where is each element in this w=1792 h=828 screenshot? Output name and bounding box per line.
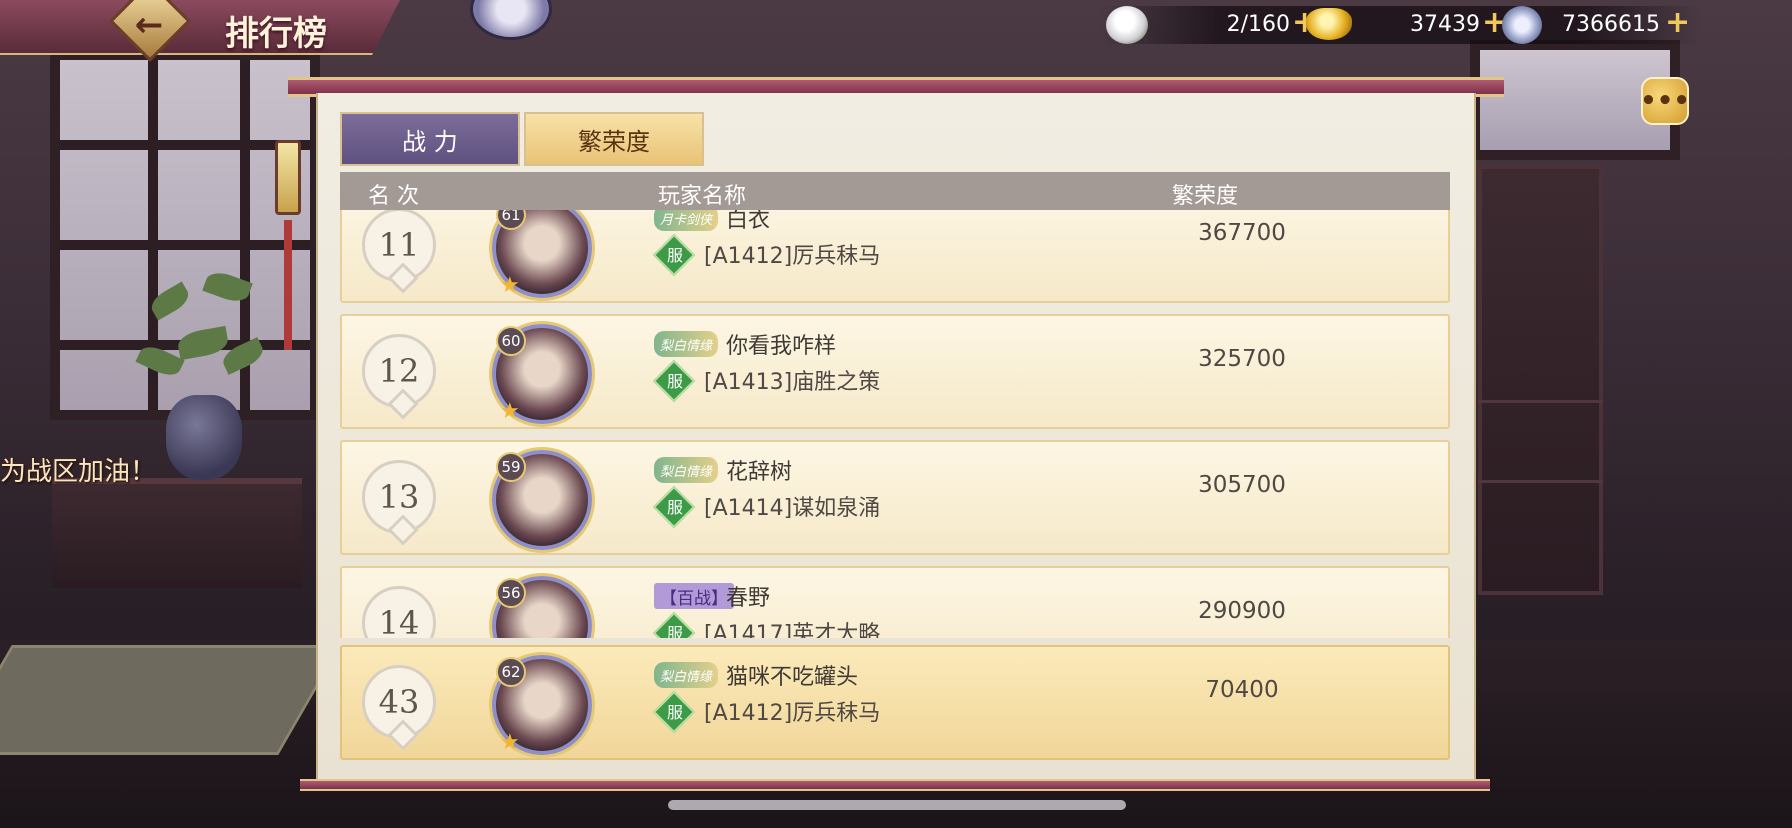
rank-badge: 43 — [362, 665, 436, 739]
level-badge: 61 — [496, 210, 526, 230]
rank-badge: 12 — [362, 334, 436, 408]
server-name: [A1412]厉兵秣马 — [704, 701, 881, 726]
vase — [166, 395, 242, 480]
background-table — [52, 478, 302, 588]
title-tag: 梨白情缘 — [654, 457, 719, 483]
coin-icon — [1502, 6, 1542, 44]
server-badge-label: 服 — [666, 624, 683, 638]
server-badge-label: 服 — [666, 498, 683, 517]
player-name: 白衣 — [726, 210, 771, 233]
background-window — [50, 50, 320, 420]
server-name: [A1414]谋如泉涌 — [704, 496, 881, 521]
table-row[interactable]: 12 60 ★ 梨白情缘 你看我咋样 服 [A1413]庙胜之策 325700 — [340, 314, 1450, 429]
table-row[interactable]: 11 61 ★ 月卡剑侠 白衣 服 [A1412]厉兵秣马 367700 — [340, 210, 1450, 303]
table-row[interactable]: 13 59 梨白情缘 花辞树 服 [A1414]谋如泉涌 305700 — [340, 440, 1450, 555]
server-name: [A1413]庙胜之策 — [704, 370, 881, 395]
star-icon: ★ — [500, 399, 520, 424]
star-icon: ★ — [500, 730, 520, 755]
server-name: [A1412]厉兵秣马 — [704, 244, 881, 269]
level-badge: 59 — [496, 452, 526, 482]
player-avatar[interactable]: 61 ★ — [492, 210, 592, 298]
title-tag: 梨白情缘 — [654, 331, 719, 357]
back-arrow-icon: ← — [134, 5, 164, 45]
player-avatar[interactable]: 59 — [492, 450, 592, 550]
title-tag: 梨白情缘 — [654, 662, 719, 688]
player-name: 春野 — [726, 586, 771, 611]
server-badge-label: 服 — [666, 703, 683, 722]
server-badge-label: 服 — [666, 372, 683, 391]
score-value: 305700 — [1198, 472, 1286, 498]
title-banner — [0, 0, 400, 55]
player-avatar[interactable]: 62 ★ — [492, 655, 592, 755]
stamina-value: 2/160 — [1226, 12, 1290, 37]
gold-ingot-icon — [1306, 8, 1352, 40]
silver-value: 7366615 — [1562, 12, 1660, 37]
chat-button[interactable]: ••• — [1640, 77, 1690, 125]
marquee-text: 为战区加油！ — [0, 457, 157, 487]
page-title: 排行榜 — [225, 14, 327, 54]
score-value: 70400 — [1205, 677, 1279, 703]
gold-value: 37439 — [1410, 12, 1480, 37]
chat-bubble-icon: ••• — [1640, 86, 1690, 116]
panel-bottom-rail — [300, 779, 1490, 791]
table-header: 名 次 玩家名称 繁荣度 — [340, 172, 1450, 210]
server-name: [A1417]英才大略 — [704, 622, 881, 638]
silver-plus-button[interactable]: + — [1665, 8, 1690, 38]
lantern-tassel — [284, 220, 292, 350]
title-tag: 月卡剑侠 — [654, 210, 719, 231]
player-name: 猫咪不吃罐头 — [726, 665, 859, 690]
level-badge: 60 — [496, 326, 526, 356]
score-value: 325700 — [1198, 346, 1286, 372]
score-value: 367700 — [1198, 220, 1286, 246]
server-badge-label: 服 — [666, 246, 683, 265]
my-rank-row[interactable]: 43 62 ★ 梨白情缘 猫咪不吃罐头 服 [A1412]厉兵秣马 70400 — [340, 645, 1450, 760]
resource-bar: 2/160 + 37439 + 7366615 + — [1100, 6, 1700, 44]
header-player: 玩家名称 — [658, 184, 747, 209]
rank-badge: 13 — [362, 460, 436, 534]
level-badge: 62 — [496, 657, 526, 687]
back-button[interactable]: ← — [105, 0, 193, 63]
cabinet-divider — [1478, 480, 1603, 483]
title-tag: 【百战】 — [654, 583, 734, 609]
rank-badge: 14 — [362, 586, 436, 638]
score-value: 290900 — [1198, 598, 1286, 624]
table-row[interactable]: 14 56 【百战】 春野 服 [A1417]英才大略 290900 — [340, 566, 1450, 638]
header-rank: 名 次 — [368, 184, 419, 209]
tab-power[interactable]: 战 力 — [340, 112, 520, 166]
tab-prosperity[interactable]: 繁荣度 — [524, 112, 704, 166]
player-name: 你看我咋样 — [726, 334, 837, 359]
player-name: 花辞树 — [726, 460, 793, 485]
lantern — [275, 140, 301, 215]
level-badge: 56 — [496, 578, 526, 608]
star-icon: ★ — [500, 273, 520, 298]
player-avatar[interactable]: 60 ★ — [492, 324, 592, 424]
header-score: 繁荣度 — [1172, 184, 1239, 209]
background-cabinet — [1478, 165, 1603, 595]
cabinet-divider — [1478, 400, 1603, 403]
rank-badge: 11 — [362, 210, 436, 282]
home-indicator[interactable] — [668, 800, 1126, 810]
player-avatar[interactable]: 56 — [492, 576, 592, 638]
ranking-list[interactable]: 11 61 ★ 月卡剑侠 白衣 服 [A1412]厉兵秣马 367700 12 … — [340, 210, 1450, 638]
bun-icon — [1106, 6, 1148, 44]
